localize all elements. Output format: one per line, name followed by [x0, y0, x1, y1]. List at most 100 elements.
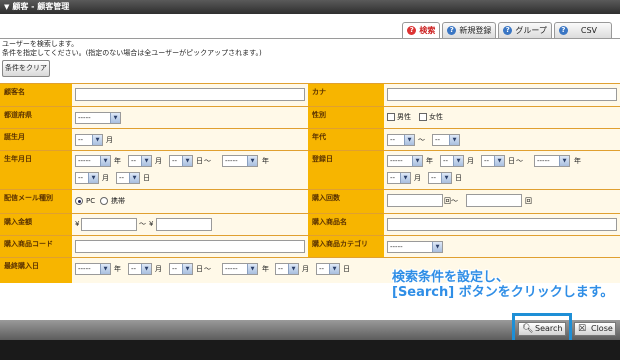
tab-csv[interactable]: ? CSV [553, 22, 612, 38]
help-icon: ? [447, 26, 457, 35]
purchase-amount-to-input[interactable] [156, 218, 212, 231]
field-cell: -- ▼ ～ -- ▼ [384, 129, 620, 150]
birth-day-from-select[interactable]: -- ▼ [169, 155, 193, 167]
label-prefecture: 都道府県 [0, 107, 72, 128]
last-year-from-select[interactable]: ----- ▼ [75, 263, 111, 275]
window-title-bar: ▼ 顧客 - 顧客管理 [0, 0, 620, 14]
select-value: -- [431, 174, 437, 182]
purchase-amount-from-input[interactable] [81, 218, 137, 231]
search-button-label: Search [535, 324, 563, 333]
tab-new-register[interactable]: ? 新規登録 [442, 22, 497, 38]
label-kana: カナ [308, 84, 384, 106]
chevron-down-icon: ▼ [453, 156, 463, 166]
chevron-down-icon: ▼ [100, 264, 110, 274]
select-value: -- [131, 265, 137, 273]
reg-day-to-select[interactable]: -- ▼ [428, 172, 452, 184]
birth-year-to-select[interactable]: ----- ▼ [222, 155, 258, 167]
pc-radio[interactable] [75, 197, 83, 205]
month-unit: 月 [106, 136, 113, 144]
chevron-down-icon: ▼ [400, 173, 410, 183]
form-row: 購入金額 ¥ ～ ¥ 購入商品名 [0, 213, 620, 235]
mobile-radio[interactable] [100, 197, 108, 205]
footer-bar [0, 340, 620, 360]
last-day-to-select[interactable]: -- ▼ [316, 263, 340, 275]
form-row: 顧客名 カナ [0, 83, 620, 106]
reg-month-from-select[interactable]: -- ▼ [440, 155, 464, 167]
select-value: -- [131, 157, 137, 165]
chevron-down-icon: ▼ [100, 156, 110, 166]
search-form: 顧客名 カナ 都道府県 ----- ▼ 性別 男性 女性 誕生月 -- ▼ 月 年代 [0, 83, 620, 283]
select-value: ----- [78, 265, 91, 273]
birth-month-to-select[interactable]: -- ▼ [75, 172, 99, 184]
clear-conditions-button[interactable]: 条件をクリア [2, 60, 50, 77]
field-cell [384, 214, 620, 235]
male-checkbox[interactable] [387, 113, 395, 121]
chevron-down-icon: ▼ [412, 156, 422, 166]
field-cell [72, 236, 308, 257]
month-unit: 月 [467, 157, 474, 165]
search-button[interactable]: 🔍︎ Search [518, 322, 566, 336]
range-tilde: ～ [451, 197, 458, 205]
reg-year-to-select[interactable]: ----- ▼ [534, 155, 570, 167]
last-year-to-select[interactable]: ----- ▼ [222, 263, 258, 275]
tab-label: 新規登録 [459, 25, 492, 35]
label-birthdate: 生年月日 [0, 151, 72, 189]
birth-month-from-select[interactable]: -- ▼ [128, 155, 152, 167]
chevron-down-icon: ▼ [449, 135, 459, 145]
kana-input[interactable] [387, 88, 617, 101]
product-category-select[interactable]: ----- ▼ [387, 241, 443, 253]
reg-day-from-select[interactable]: -- ▼ [481, 155, 505, 167]
purchase-product-input[interactable] [387, 218, 617, 231]
day-unit: 日 [508, 157, 515, 165]
last-day-from-select[interactable]: -- ▼ [169, 263, 193, 275]
age-to-select[interactable]: -- ▼ [432, 134, 460, 146]
field-cell: 男性 女性 [384, 107, 620, 128]
count-unit: 回 [525, 197, 532, 205]
annotation-line: [Search] ボタンをクリックします。 [392, 285, 614, 300]
label-purchase-count: 購入回数 [308, 190, 384, 213]
customer-name-input[interactable] [75, 88, 305, 101]
month-unit: 月 [414, 174, 421, 182]
reg-year-from-select[interactable]: ----- ▼ [387, 155, 423, 167]
last-month-to-select[interactable]: -- ▼ [275, 263, 299, 275]
purchase-count-to-input[interactable] [466, 194, 522, 207]
reg-month-to-select[interactable]: -- ▼ [387, 172, 411, 184]
select-value: -- [319, 265, 325, 273]
field-cell: ----- ▼ 年 -- ▼ 月 -- ▼ 日～ ----- ▼ 年 -- ▼ 月 -- ▼… [384, 151, 620, 189]
tab-search[interactable]: ? 検索 [402, 22, 441, 38]
select-value: -- [390, 174, 396, 182]
chevron-down-icon: ▼ [288, 264, 298, 274]
label-birth-month: 誕生月 [0, 129, 72, 150]
last-month-from-select[interactable]: -- ▼ [128, 263, 152, 275]
range-tilde: ～ [516, 157, 523, 165]
label-product-category: 購入商品カテゴリ [308, 236, 384, 257]
close-button[interactable]: ☒ Close [574, 322, 616, 336]
range-tilde: ～ [418, 136, 425, 144]
purchase-count-from-input[interactable] [387, 194, 443, 207]
label-purchase-product: 購入商品名 [308, 214, 384, 235]
birth-day-to-select[interactable]: -- ▼ [116, 172, 140, 184]
chevron-down-icon: ▼ [182, 264, 192, 274]
select-value: -- [119, 174, 125, 182]
prefecture-select[interactable]: ----- ▼ [75, 112, 121, 124]
select-value: -- [278, 265, 284, 273]
month-unit: 月 [302, 265, 309, 273]
chevron-down-icon: ▼ [329, 264, 339, 274]
select-value: -- [443, 157, 449, 165]
form-row: 生年月日 ----- ▼ 年 -- ▼ 月 -- ▼ 日～ ----- ▼ 年 -- ▼ … [0, 150, 620, 189]
form-row: 配信メール種別 PC 携帯 購入回数 回～ 回 [0, 189, 620, 213]
day-unit: 日 [196, 265, 203, 273]
close-button-label: Close [591, 324, 613, 333]
age-from-select[interactable]: -- ▼ [387, 134, 415, 146]
birth-year-from-select[interactable]: ----- ▼ [75, 155, 111, 167]
product-code-input[interactable] [75, 240, 305, 253]
collapse-triangle-icon[interactable]: ▼ [4, 0, 9, 14]
label-customer-name: 顧客名 [0, 84, 72, 106]
tab-group[interactable]: ? グループ [498, 22, 552, 38]
year-unit: 年 [426, 157, 433, 165]
field-cell: ----- ▼ 年 -- ▼ 月 -- ▼ 日～ ----- ▼ 年 -- ▼ 月 -- ▼… [72, 151, 308, 189]
search-description: ユーザーを検索します。 条件を指定してください。(指定のない場合は全ユーザーがピ… [2, 40, 262, 58]
birth-month-select[interactable]: -- ▼ [75, 134, 103, 146]
female-checkbox[interactable] [419, 113, 427, 121]
yen-sign: ¥ [75, 220, 80, 228]
